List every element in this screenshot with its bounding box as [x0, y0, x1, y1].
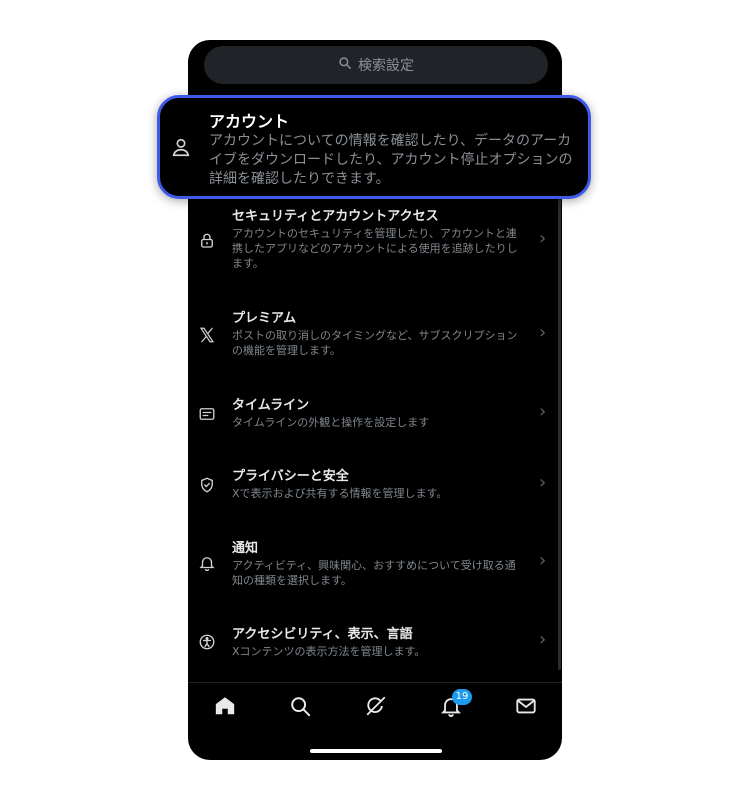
search-placeholder: 検索設定	[358, 58, 414, 74]
lock-icon	[198, 232, 216, 250]
item-description: アカウントについての情報を確認したり、データのアーカイブをダウンロードしたり、ア…	[209, 133, 573, 187]
item-title: プライバシーと安全	[232, 469, 349, 484]
item-title: 通知	[232, 541, 259, 556]
item-description: Xコンテンツの表示方法を管理します。	[232, 645, 426, 658]
search-icon[interactable]	[289, 695, 313, 719]
item-title: セキュリティとアカウントアクセス	[232, 209, 439, 224]
accessibility-icon	[198, 633, 216, 651]
chevron-right-icon: ›	[539, 401, 547, 422]
search-icon	[338, 56, 352, 74]
bell-icon	[198, 554, 216, 572]
item-title: アクセシビリティ、表示、言語	[232, 627, 413, 642]
settings-item-account-highlighted[interactable]: アカウント アカウントについての情報を確認したり、データのアーカイブをダウンロー…	[157, 95, 591, 199]
home-indicator	[310, 749, 442, 753]
x-logo-icon	[198, 326, 216, 344]
item-title: プレミアム	[232, 311, 297, 326]
chevron-right-icon: ›	[539, 322, 547, 343]
scrollbar[interactable]	[558, 150, 561, 670]
messages-icon[interactable]	[515, 695, 539, 719]
item-description: ポストの取り消しのタイミングなど、サブスクリプションの機能を管理します。	[232, 329, 518, 357]
chevron-right-icon: ›	[539, 629, 547, 650]
item-description: アクティビティ、興味関心、おすすめについて受け取る通知の種類を選択します。	[232, 559, 516, 587]
chevron-right-icon: ›	[539, 228, 547, 249]
person-icon	[170, 136, 192, 158]
chevron-right-icon: ›	[539, 550, 547, 571]
timeline-icon	[198, 405, 216, 423]
shield-icon	[198, 476, 216, 494]
home-icon[interactable]	[214, 695, 238, 719]
item-description: アカウントのセキュリティを管理したり、アカウントと連携したアプリなどのアカウント…	[232, 227, 518, 270]
chevron-right-icon: ›	[539, 472, 547, 493]
item-title: タイムライン	[232, 398, 310, 413]
grok-icon[interactable]	[365, 695, 389, 719]
bottom-tab-bar: 19	[188, 682, 562, 733]
item-description: タイムラインの外観と操作を設定します	[232, 416, 430, 429]
notification-badge: 19	[452, 689, 472, 705]
item-description: Xで表示および共有する情報を管理します。	[232, 487, 448, 500]
item-title: アカウント	[209, 112, 290, 131]
search-settings-input[interactable]: 検索設定	[204, 46, 548, 84]
